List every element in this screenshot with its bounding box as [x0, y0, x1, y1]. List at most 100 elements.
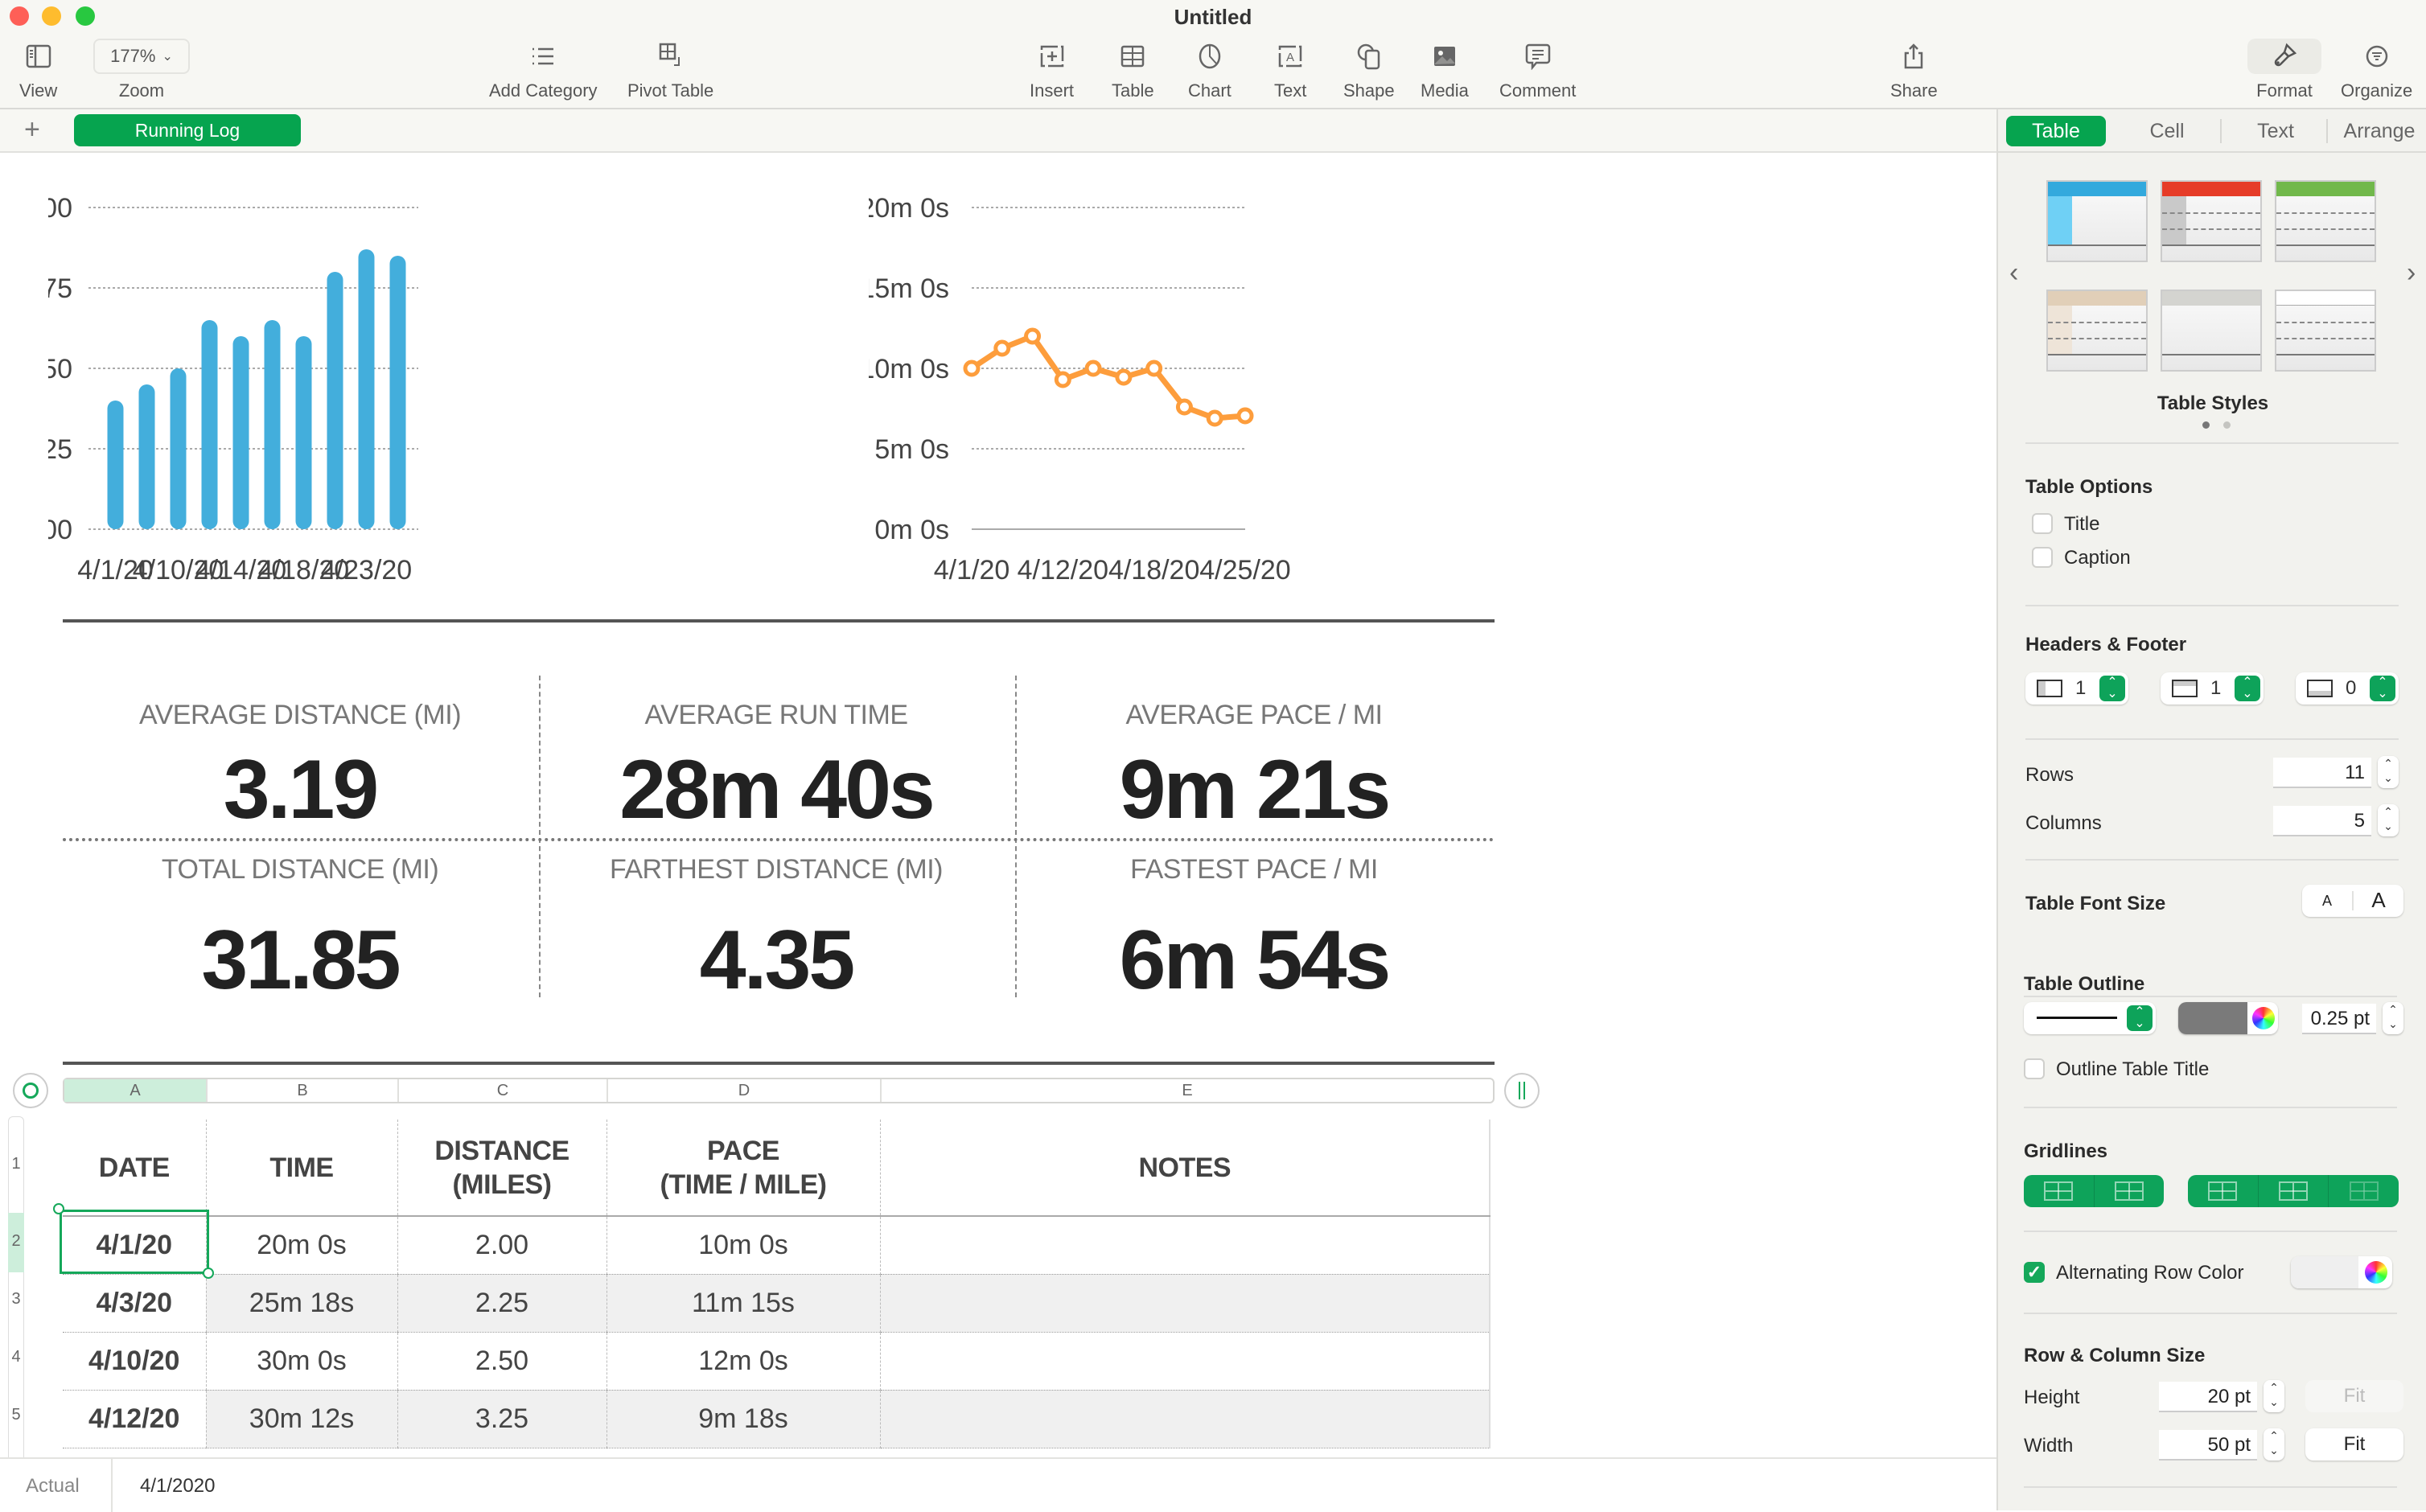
column-width-stepper[interactable]: ⌃ ⌄ — [2264, 1428, 2284, 1461]
column-header-b[interactable]: B — [208, 1079, 399, 1102]
header-column-gridlines-button[interactable] — [2188, 1175, 2259, 1207]
add-sheet-button[interactable]: + — [24, 114, 40, 146]
page-dot-active[interactable] — [2202, 421, 2210, 429]
cell-date[interactable]: 4/10/20 — [63, 1332, 207, 1391]
media-button[interactable]: Media — [1421, 39, 1469, 101]
cell-notes[interactable] — [880, 1274, 1491, 1333]
cell-time[interactable]: 30m 12s — [206, 1390, 398, 1448]
add-category-button[interactable]: Add Category — [489, 39, 598, 101]
row-header-2[interactable]: 2 — [8, 1213, 24, 1272]
cell-pace[interactable]: 11m 15s — [606, 1274, 881, 1333]
cell-pace[interactable]: 9m 18s — [606, 1390, 881, 1448]
cell-time[interactable]: 20m 0s — [206, 1216, 398, 1275]
stat-average-distance[interactable]: AVERAGE DISTANCE (MI) 3.19 — [61, 700, 539, 838]
stat-average-pace[interactable]: AVERAGE PACE / MI 9m 21s — [1015, 700, 1493, 838]
tab-text[interactable]: Text — [2225, 116, 2326, 146]
header-cell-distance[interactable]: DISTANCE (MILES) — [397, 1120, 607, 1217]
cell-notes[interactable] — [880, 1390, 1491, 1448]
selection-handle[interactable] — [203, 1268, 214, 1279]
header-rows-stepper[interactable]: 1 ⌃ ⌄ — [2025, 672, 2128, 705]
color-wheel-icon[interactable] — [2252, 1007, 2275, 1029]
cell-time[interactable]: 30m 0s — [206, 1332, 398, 1391]
row-height-field[interactable]: 20 pt — [2159, 1382, 2257, 1412]
table-style-1[interactable] — [2046, 180, 2148, 262]
header-cell-pace[interactable]: PACE (TIME / MILE) — [606, 1120, 881, 1217]
tab-cell[interactable]: Cell — [2119, 116, 2215, 146]
cell-time[interactable]: 25m 18s — [206, 1274, 398, 1333]
table-style-5[interactable] — [2161, 290, 2262, 372]
increase-font-size-button[interactable]: A — [2354, 888, 2403, 913]
vertical-gridlines-button[interactable] — [2095, 1175, 2165, 1207]
share-button[interactable]: Share — [1890, 39, 1938, 101]
title-checkbox[interactable] — [2032, 513, 2053, 534]
header-cell-notes[interactable]: NOTES — [880, 1120, 1491, 1217]
alternating-row-color-checkbox[interactable]: ✓ — [2024, 1262, 2045, 1283]
stepper-icon[interactable]: ⌃ ⌄ — [2370, 676, 2395, 701]
table-style-4[interactable] — [2046, 290, 2148, 372]
chevron-left-icon[interactable]: ‹ — [2009, 257, 2018, 289]
rows-field[interactable]: 11 — [2273, 758, 2371, 788]
decrease-font-size-button[interactable]: A — [2302, 893, 2352, 910]
row-header-5[interactable]: 5 — [8, 1406, 24, 1424]
cell-date[interactable]: 4/3/20 — [63, 1274, 207, 1333]
cell-distance[interactable]: 2.00 — [397, 1216, 607, 1275]
cell-notes[interactable] — [880, 1216, 1491, 1275]
color-wheel-icon[interactable] — [2365, 1261, 2387, 1284]
pivot-table-button[interactable]: Pivot Table — [627, 39, 713, 101]
outline-color-well[interactable] — [2178, 1002, 2278, 1034]
format-button[interactable]: Format — [2247, 39, 2321, 101]
table-select-handle[interactable] — [13, 1073, 48, 1108]
header-row-gridlines-button[interactable] — [2259, 1175, 2329, 1207]
distance-bar-chart[interactable]: 0.001.252.503.755.004/1/204/10/204/14/20… — [48, 169, 820, 587]
caption-checkbox[interactable] — [2032, 547, 2053, 568]
columns-field[interactable]: 5 — [2273, 806, 2371, 836]
comment-button[interactable]: Comment — [1499, 39, 1576, 101]
zoom-control[interactable]: 177% ⌄ Zoom — [93, 39, 190, 101]
tab-arrange[interactable]: Arrange — [2331, 116, 2426, 146]
table-style-6[interactable] — [2275, 290, 2376, 372]
cell-distance[interactable]: 2.50 — [397, 1332, 607, 1391]
tab-table[interactable]: Table — [2006, 116, 2106, 146]
horizontal-gridlines-button[interactable] — [2024, 1175, 2095, 1207]
stat-total-distance[interactable]: TOTAL DISTANCE (MI) 31.85 — [61, 854, 539, 1009]
footer-rows-stepper[interactable]: 0 ⌃ ⌄ — [2296, 672, 2399, 705]
cell-pace[interactable]: 12m 0s — [606, 1332, 881, 1391]
cell-pace[interactable]: 10m 0s — [606, 1216, 881, 1275]
page-dot[interactable] — [2223, 421, 2231, 429]
column-width-field[interactable]: 50 pt — [2159, 1430, 2257, 1461]
column-header-c[interactable]: C — [399, 1079, 608, 1102]
cell-distance[interactable]: 3.25 — [397, 1390, 607, 1448]
table-button[interactable]: Table — [1112, 39, 1154, 101]
cell-notes[interactable] — [880, 1332, 1491, 1391]
outline-style-dropdown[interactable]: ⌃ ⌄ — [2024, 1002, 2156, 1034]
stat-fastest-pace[interactable]: FASTEST PACE / MI 6m 54s — [1015, 854, 1493, 1009]
cell-date[interactable]: 4/12/20 — [63, 1390, 207, 1448]
column-resize-handle[interactable] — [1504, 1073, 1540, 1108]
text-button[interactable]: A Text — [1274, 39, 1306, 101]
insert-button[interactable]: Insert — [1030, 39, 1074, 101]
sheet-tab-running-log[interactable]: Running Log — [74, 114, 301, 146]
column-header-d[interactable]: D — [608, 1079, 882, 1102]
columns-stepper[interactable]: ⌃ ⌄ — [2378, 804, 2399, 836]
table-style-3[interactable] — [2275, 180, 2376, 262]
header-columns-stepper[interactable]: 1 ⌃ ⌄ — [2161, 672, 2264, 705]
cell-value-display[interactable]: 4/1/2020 — [140, 1475, 215, 1498]
alternating-row-color-well[interactable] — [2291, 1256, 2392, 1288]
outline-width-field[interactable]: 0.25 pt — [2302, 1004, 2376, 1034]
row-header-1[interactable]: 1 — [8, 1155, 24, 1173]
view-button[interactable]: View — [19, 39, 57, 101]
header-cell-time[interactable]: TIME — [206, 1120, 398, 1217]
stepper-icon[interactable]: ⌃ ⌄ — [2099, 676, 2125, 701]
stepper-icon[interactable]: ⌃ ⌄ — [2235, 676, 2260, 701]
footer-gridlines-button[interactable] — [2329, 1175, 2399, 1207]
outline-width-stepper[interactable]: ⌃ ⌄ — [2383, 1002, 2403, 1034]
stat-average-run-time[interactable]: AVERAGE RUN TIME 28m 40s — [537, 700, 1015, 838]
column-header-e[interactable]: E — [882, 1079, 1493, 1102]
fit-height-button[interactable]: Fit — [2305, 1380, 2403, 1412]
selection-handle[interactable] — [53, 1203, 64, 1214]
pace-line-chart[interactable]: 0m 0s 5m 0s 10m 0s 15m 0s 20m 0s 4/1/20 4/12/2… — [869, 169, 1512, 587]
organize-button[interactable]: Organize — [2341, 39, 2412, 101]
row-header-4[interactable]: 4 — [8, 1348, 24, 1366]
outline-table-title-checkbox[interactable] — [2024, 1058, 2045, 1079]
chart-button[interactable]: Chart — [1188, 39, 1232, 101]
